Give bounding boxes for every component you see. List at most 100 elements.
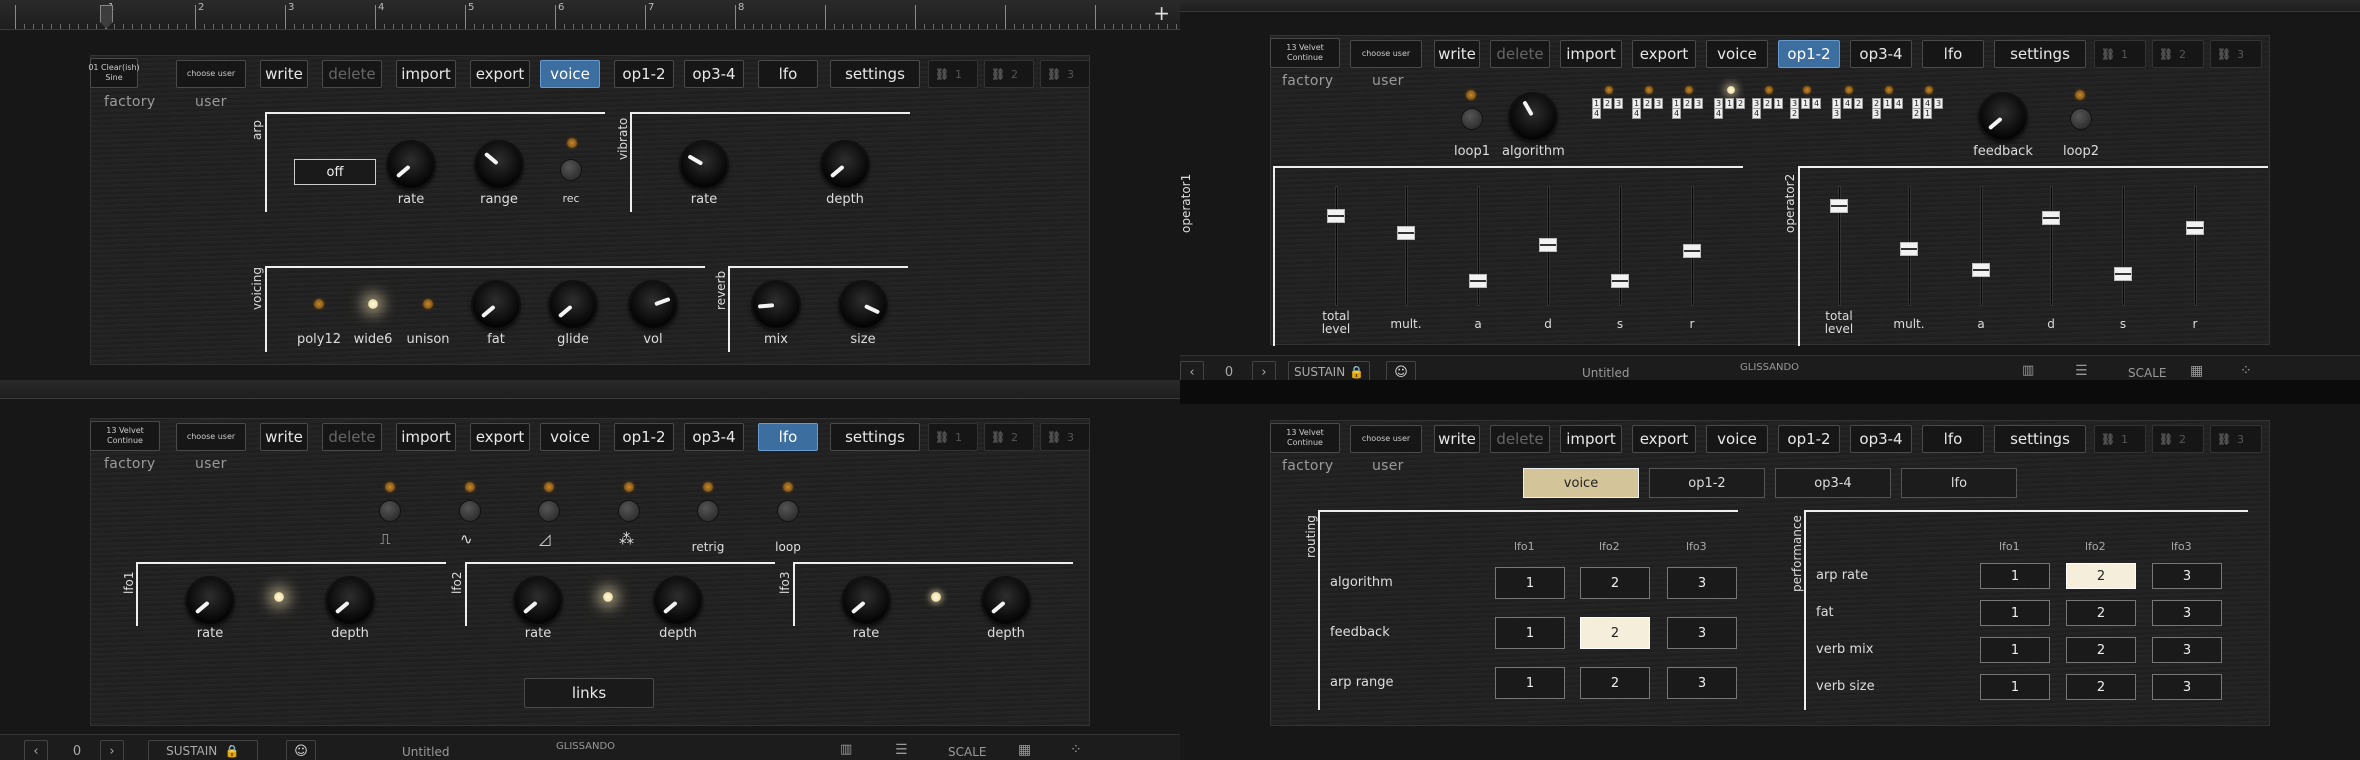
fader-handle-r[interactable]: [1683, 244, 1701, 259]
algorithm-diagram[interactable]: 1423: [1832, 86, 1868, 122]
fader-track[interactable]: [2194, 186, 2197, 306]
tab-voice[interactable]: voice: [540, 423, 600, 451]
timeline-ruler[interactable]: 12345678+: [0, 0, 1180, 30]
choose-user-button[interactable]: choose user: [1350, 40, 1422, 68]
fader-handle-a[interactable]: [1972, 263, 1990, 278]
link-2-button[interactable]: ⛓ 2: [984, 60, 1034, 88]
fader-track[interactable]: [2122, 186, 2125, 306]
tab-op1-2[interactable]: op1-2: [614, 423, 674, 451]
routing-cell[interactable]: 3: [1667, 667, 1737, 699]
choose-user-button[interactable]: choose user: [1350, 425, 1422, 453]
vol-knob[interactable]: [630, 282, 676, 328]
routing-cell[interactable]: 2: [2066, 563, 2136, 589]
reverb-mix-knob[interactable]: [753, 282, 799, 328]
choose-user-button[interactable]: choose user: [176, 423, 246, 451]
tab-op1-2[interactable]: op1-2: [614, 60, 674, 88]
link-3-button[interactable]: ⛓ 3: [2210, 40, 2262, 68]
import-button[interactable]: import: [396, 60, 456, 88]
arp-rec-switch[interactable]: [560, 159, 582, 181]
keyboard-icon[interactable]: ▦: [1018, 742, 1031, 758]
sine-wave-switch[interactable]: [459, 500, 481, 522]
delete-button[interactable]: delete: [322, 423, 382, 451]
factory-bank-tab[interactable]: factory: [1282, 73, 1333, 89]
routing-cell[interactable]: 2: [2066, 674, 2136, 700]
timeline-ruler[interactable]: [1180, 0, 2360, 12]
link-3-button[interactable]: ⛓ 3: [1040, 423, 1090, 451]
algorithm-diagram[interactable]: 1234: [1592, 86, 1628, 122]
smiley-button[interactable]: ☺: [1386, 361, 1416, 380]
timeline-ruler[interactable]: [0, 380, 1180, 399]
link-3-button[interactable]: ⛓ 3: [1040, 60, 1090, 88]
export-button[interactable]: export: [470, 60, 530, 88]
tab-lfo[interactable]: lfo: [758, 423, 818, 451]
routing-cell[interactable]: 3: [2152, 600, 2222, 626]
tab-settings[interactable]: settings: [830, 423, 920, 451]
fat-knob[interactable]: [473, 282, 519, 328]
fader-handle-total-level[interactable]: [1327, 209, 1345, 224]
link-2-button[interactable]: ⛓ 2: [2152, 425, 2204, 453]
tab-settings[interactable]: settings: [1994, 40, 2086, 68]
lfo3-rate-knob[interactable]: [843, 578, 889, 624]
link-1-button[interactable]: ⛓ 1: [928, 60, 978, 88]
square-wave-switch[interactable]: [379, 500, 401, 522]
tab-op3-4[interactable]: op3-4: [684, 423, 744, 451]
routing-cell[interactable]: 3: [2152, 563, 2222, 589]
fader-handle-s[interactable]: [1611, 273, 1629, 288]
retrig-switch[interactable]: [697, 500, 719, 522]
link-3-button[interactable]: ⛓ 3: [2210, 425, 2262, 453]
routing-cell[interactable]: 2: [1580, 567, 1650, 599]
tab-op1-2[interactable]: op1-2: [1778, 425, 1840, 453]
link-1-button[interactable]: ⛓ 1: [2094, 425, 2146, 453]
factory-bank-tab[interactable]: factory: [104, 456, 155, 472]
arp-range-knob[interactable]: [476, 142, 522, 188]
delete-button[interactable]: delete: [1490, 40, 1550, 68]
algorithm-diagram[interactable]: 14321: [1912, 86, 1948, 122]
routing-cell[interactable]: 1: [1980, 600, 2050, 626]
import-button[interactable]: import: [1560, 425, 1622, 453]
panels-icon[interactable]: ▥: [840, 742, 852, 757]
factory-bank-tab[interactable]: factory: [1282, 458, 1333, 474]
back-button[interactable]: ‹: [24, 740, 48, 760]
routing-cell[interactable]: 1: [1495, 567, 1565, 599]
factory-bank-tab[interactable]: factory: [104, 94, 155, 110]
lfo2-rate-knob[interactable]: [515, 578, 561, 624]
routing-cell[interactable]: 2: [1580, 617, 1650, 649]
random-wave-switch[interactable]: [618, 500, 640, 522]
tab-lfo[interactable]: lfo: [758, 60, 818, 88]
scale-button[interactable]: SCALE: [948, 745, 986, 759]
fader-handle-d[interactable]: [2042, 211, 2060, 226]
unison-led[interactable]: [423, 299, 433, 309]
settings-tab-op1-2[interactable]: op1-2: [1649, 468, 1765, 498]
fader-handle-mult[interactable]: [1397, 226, 1415, 241]
poly12-led[interactable]: [314, 299, 324, 309]
export-button[interactable]: export: [1632, 425, 1696, 453]
vibrato-rate-knob[interactable]: [681, 142, 727, 188]
arp-off-button[interactable]: off: [294, 159, 376, 185]
import-button[interactable]: import: [396, 423, 456, 451]
routing-cell[interactable]: 2: [2066, 637, 2136, 663]
user-bank-tab[interactable]: user: [1372, 458, 1404, 474]
sustain-button[interactable]: SUSTAIN 🔒: [148, 740, 258, 760]
lfo1-rate-knob[interactable]: [187, 578, 233, 624]
back-button[interactable]: ‹: [1180, 361, 1204, 380]
algorithm-diagram[interactable]: 3214: [1752, 86, 1788, 122]
write-button[interactable]: write: [260, 60, 308, 88]
tab-lfo[interactable]: lfo: [1922, 425, 1984, 453]
routing-cell[interactable]: 3: [2152, 637, 2222, 663]
tab-op1-2[interactable]: op1-2: [1778, 40, 1840, 68]
settings-tab-op3-4[interactable]: op3-4: [1775, 468, 1891, 498]
algorithm-diagram[interactable]: 3124: [1714, 86, 1750, 122]
user-bank-tab[interactable]: user: [195, 456, 227, 472]
fader-handle-a[interactable]: [1469, 273, 1487, 288]
sustain-button[interactable]: SUSTAIN 🔒: [1288, 361, 1370, 380]
algorithm-knob[interactable]: [1510, 94, 1556, 140]
fader-track[interactable]: [1335, 186, 1338, 306]
panels-icon[interactable]: ▥: [2022, 363, 2034, 378]
sliders-icon[interactable]: ☰: [2075, 363, 2088, 379]
tab-voice[interactable]: voice: [1706, 425, 1768, 453]
lfo1-depth-knob[interactable]: [327, 578, 373, 624]
algorithm-diagram[interactable]: 1234: [1672, 86, 1708, 122]
settings-tab-lfo[interactable]: lfo: [1901, 468, 2017, 498]
link-2-button[interactable]: ⛓ 2: [2152, 40, 2204, 68]
dots-icon[interactable]: ⁘: [2240, 363, 2252, 379]
